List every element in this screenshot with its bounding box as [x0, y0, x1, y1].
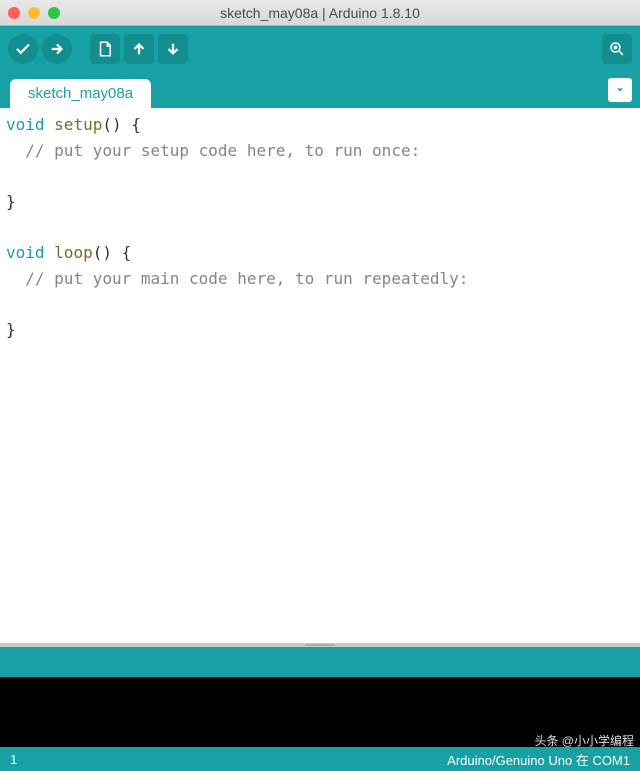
traffic-lights — [8, 7, 60, 19]
footer: 1 Arduino/Genuino Uno 在 COM1 — [0, 747, 640, 771]
arrow-down-icon — [164, 40, 182, 58]
magnifier-icon — [608, 40, 626, 58]
minimize-window-button[interactable] — [28, 7, 40, 19]
save-sketch-button[interactable] — [158, 34, 188, 64]
file-icon — [96, 40, 114, 58]
code-line — [6, 163, 634, 189]
titlebar: sketch_may08a | Arduino 1.8.10 — [0, 0, 640, 26]
board-indicator: Arduino/Genuino Uno 在 COM1 — [447, 750, 630, 769]
code-line: void setup() { — [6, 112, 634, 138]
code-editor[interactable]: void setup() { // put your setup code he… — [0, 108, 640, 643]
code-line: } — [6, 189, 634, 215]
toolbar — [0, 26, 640, 72]
window-title: sketch_may08a | Arduino 1.8.10 — [220, 5, 420, 21]
close-window-button[interactable] — [8, 7, 20, 19]
new-sketch-button[interactable] — [90, 34, 120, 64]
code-line: } — [6, 317, 634, 343]
tab-menu-button[interactable] — [608, 78, 632, 102]
code-line — [6, 291, 634, 317]
chevron-down-icon — [614, 84, 626, 96]
code-line — [6, 214, 634, 240]
console[interactable] — [0, 677, 640, 747]
open-sketch-button[interactable] — [124, 34, 154, 64]
check-icon — [14, 40, 32, 58]
line-indicator: 1 — [10, 752, 17, 767]
maximize-window-button[interactable] — [48, 7, 60, 19]
code-line: // put your main code here, to run repea… — [6, 266, 634, 292]
serial-monitor-button[interactable] — [602, 34, 632, 64]
code-line: // put your setup code here, to run once… — [6, 138, 634, 164]
tab-sketch[interactable]: sketch_may08a — [10, 79, 151, 108]
verify-button[interactable] — [8, 34, 38, 64]
status-bar — [0, 647, 640, 677]
upload-button[interactable] — [42, 34, 72, 64]
arrow-up-icon — [130, 40, 148, 58]
arrow-right-icon — [48, 40, 66, 58]
tabbar: sketch_may08a — [0, 72, 640, 108]
code-line: void loop() { — [6, 240, 634, 266]
